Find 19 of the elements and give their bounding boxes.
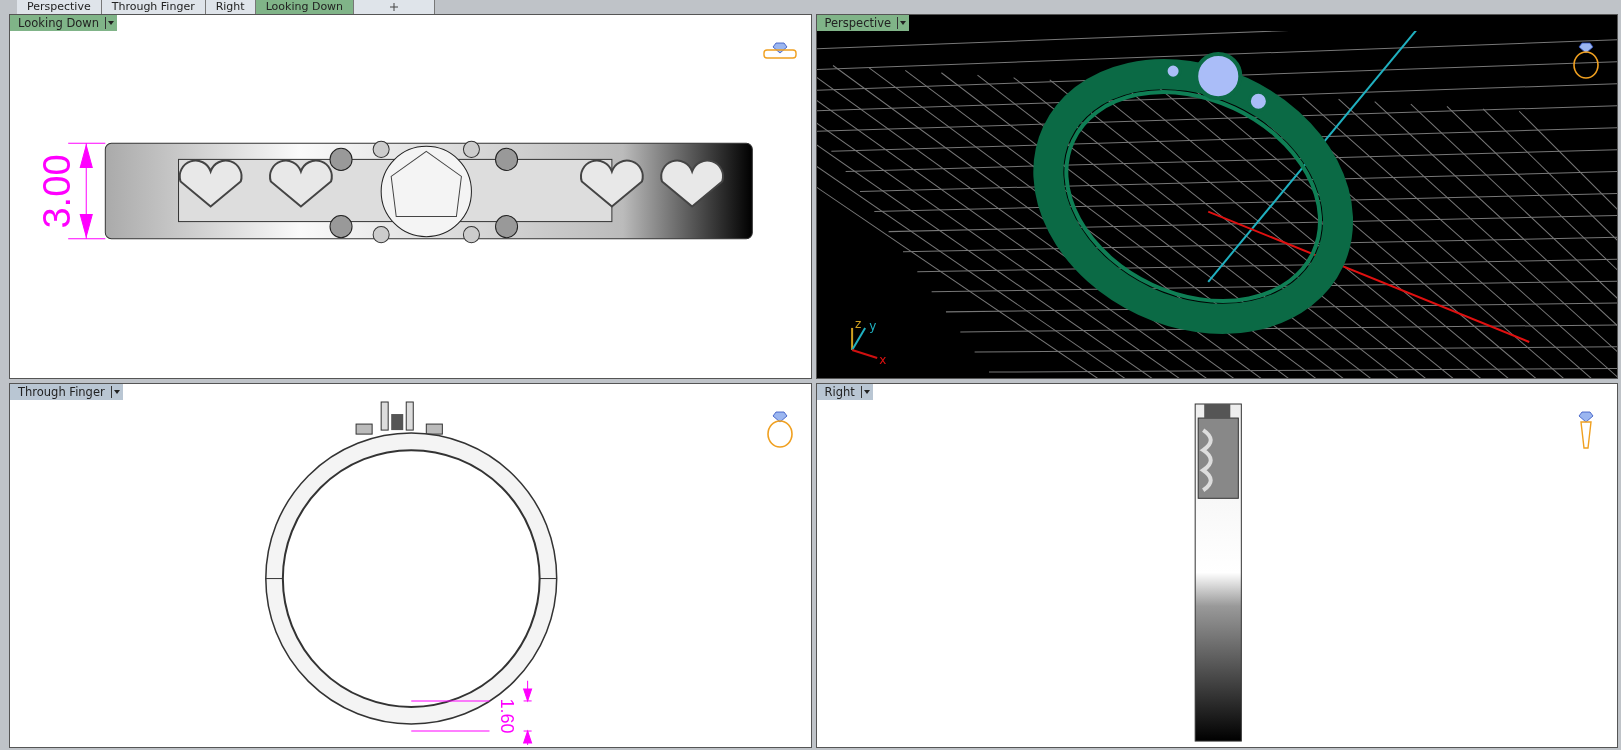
axis-label: y [868,318,876,333]
viewport-title[interactable]: Through Finger [10,384,123,401]
view-tab[interactable]: Looking Down [255,0,355,14]
view-tab[interactable]: Perspective [17,0,102,14]
dimension-value: 3.00 [36,154,79,229]
axis-label: x [878,353,886,368]
dropdown-caret-icon[interactable] [110,386,120,399]
view-tab[interactable]: Through Finger [101,0,206,14]
axis-label: z [854,316,861,331]
dropdown-caret-icon[interactable] [104,17,114,29]
viewport-title[interactable]: Looking Down [10,15,117,31]
dropdown-caret-icon[interactable] [897,17,907,29]
viewport-title[interactable]: Perspective [816,15,910,31]
plus-icon[interactable] [390,3,399,11]
viewport-title[interactable]: Right [816,384,873,401]
ring-icon [762,41,797,60]
dimension-value: 1.60 [496,698,517,734]
view-tab[interactable]: Right [205,0,256,14]
dropdown-caret-icon[interactable] [860,386,870,399]
